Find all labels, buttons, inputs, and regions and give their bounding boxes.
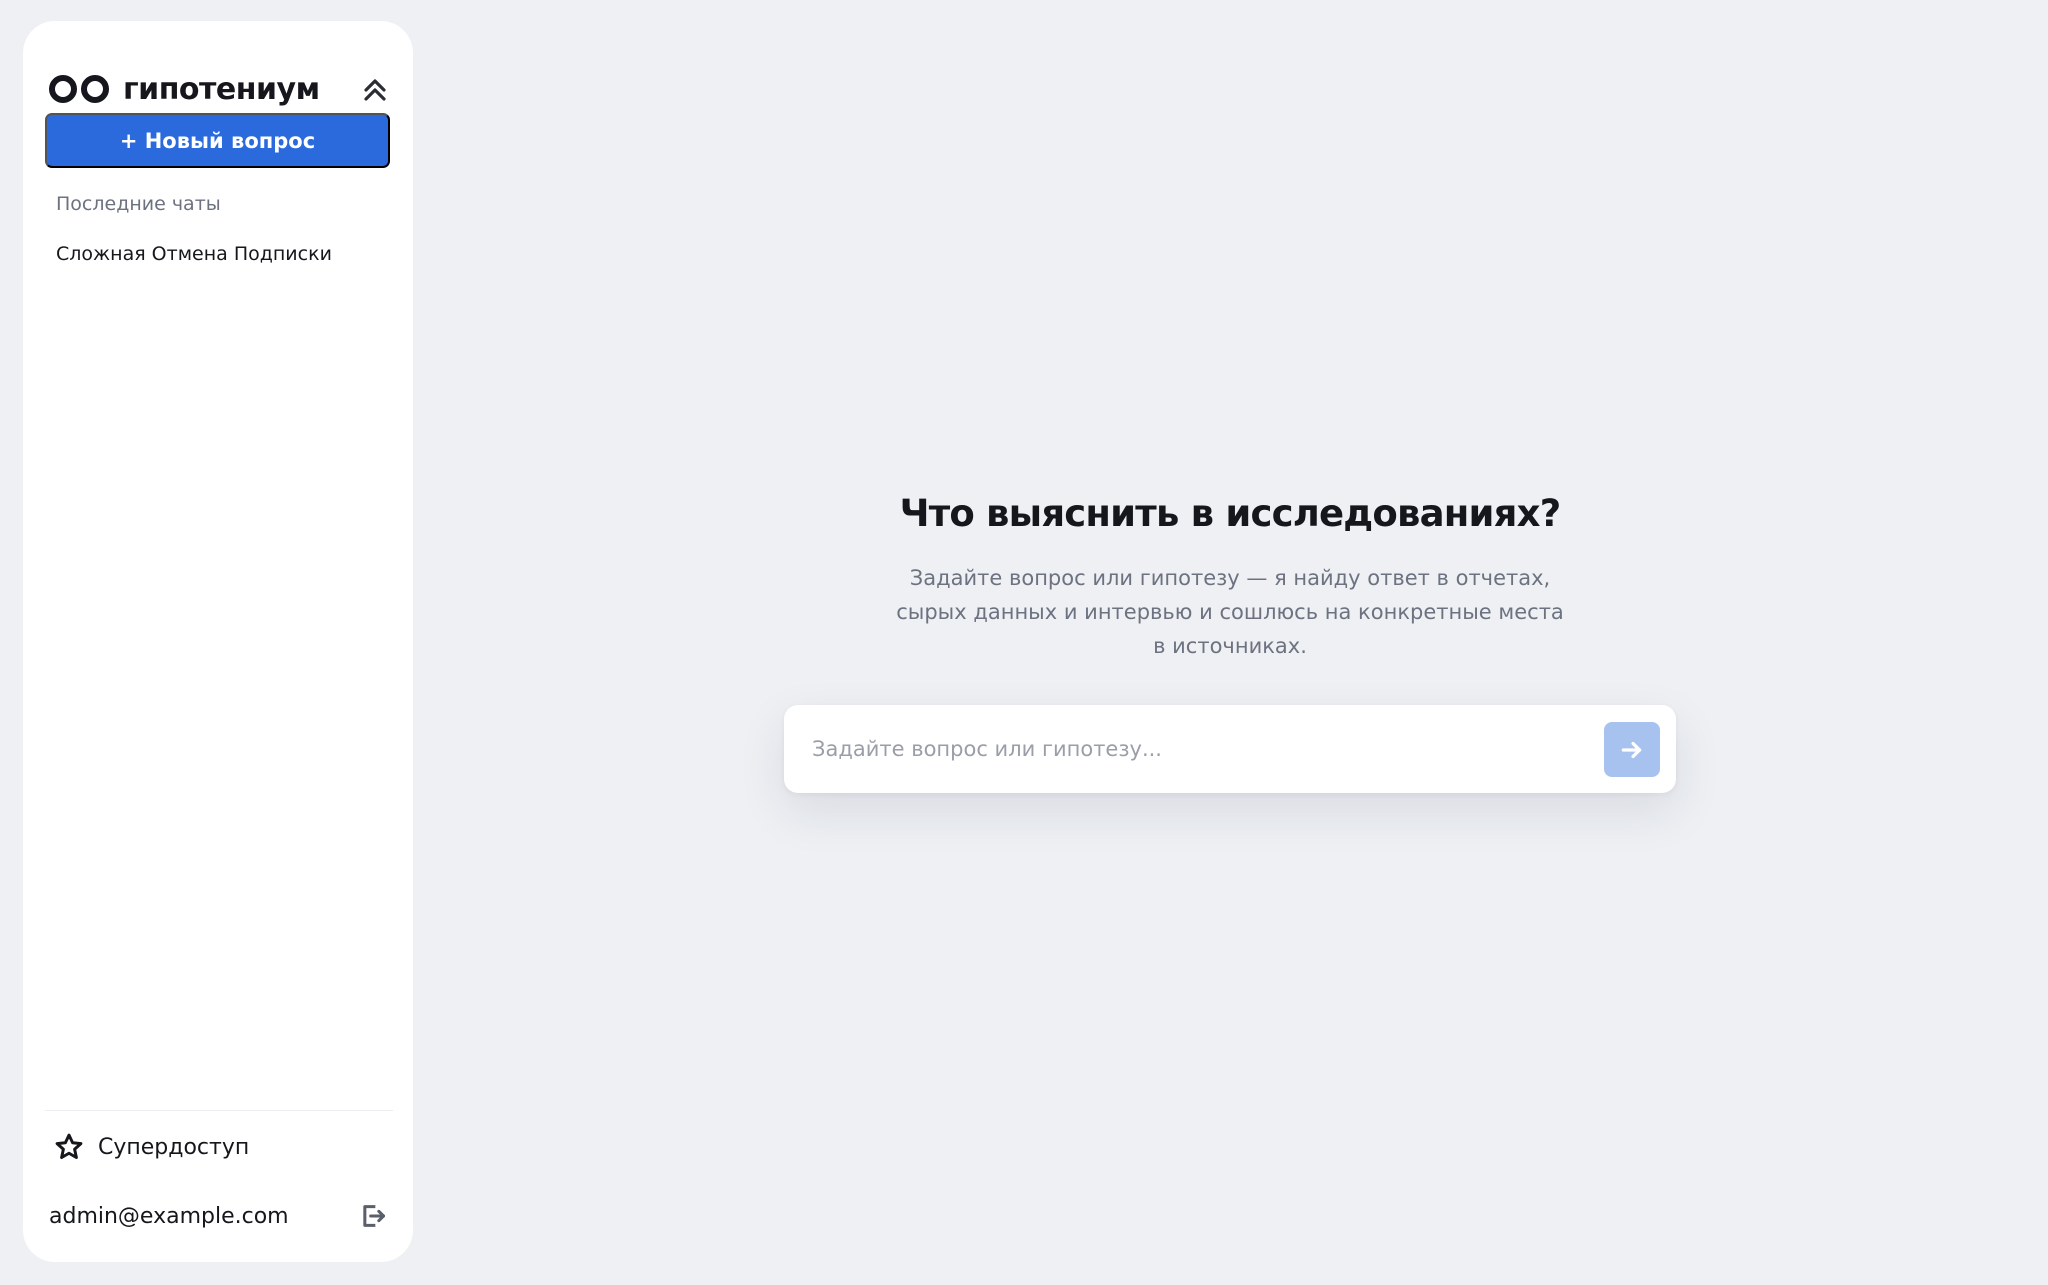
user-email: admin@example.com xyxy=(49,1203,289,1229)
superaccess-label: Супердоступ xyxy=(98,1134,250,1160)
arrow-right-icon xyxy=(1621,741,1642,758)
logout-icon xyxy=(363,1205,386,1227)
sidebar: гипотениум + Новый вопрос Последние чаты… xyxy=(23,21,413,1262)
question-input[interactable] xyxy=(812,725,1582,773)
collapse-sidebar-button[interactable] xyxy=(351,65,399,113)
subtitle-line: в источниках. xyxy=(1153,634,1307,658)
logout-button[interactable] xyxy=(353,1196,393,1236)
brand: гипотениум xyxy=(49,72,320,107)
new-question-button[interactable]: + Новый вопрос xyxy=(45,113,390,168)
logo-ring-right xyxy=(81,75,109,103)
subtitle-line: Задайте вопрос или гипотезу — я найду от… xyxy=(909,566,1551,590)
brand-name: гипотениум xyxy=(123,71,320,107)
recent-chats-title: Последние чаты xyxy=(56,193,221,215)
star-icon xyxy=(55,1133,83,1159)
sidebar-divider xyxy=(45,1110,393,1111)
brand-logo-icon xyxy=(49,75,109,103)
page-title: Что выяснить в исследованиях? xyxy=(899,492,1562,535)
user-row: admin@example.com xyxy=(49,1196,393,1236)
send-button[interactable] xyxy=(1604,722,1660,777)
logo-ring-left xyxy=(49,75,77,103)
double-chevron-up-icon xyxy=(364,79,386,101)
query-box xyxy=(784,705,1676,793)
chat-list-item[interactable]: Сложная Отмена Подписки xyxy=(56,243,332,265)
page-subtitle: Задайте вопрос или гипотезу — я найду от… xyxy=(880,561,1580,663)
superaccess-link[interactable]: Супердоступ xyxy=(54,1132,249,1162)
subtitle-line: сырых данных и интервью и сошлюсь на кон… xyxy=(896,600,1564,624)
